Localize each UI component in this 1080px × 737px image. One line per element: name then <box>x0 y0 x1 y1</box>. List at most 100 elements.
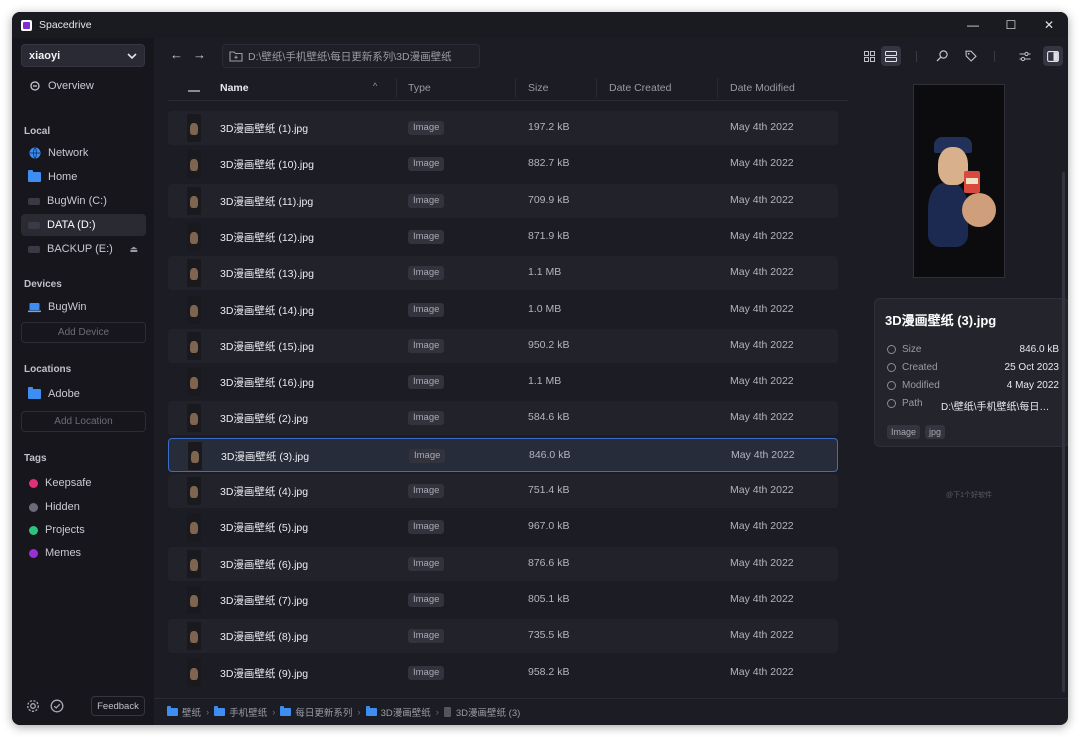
date-modified: May 4th 2022 <box>730 411 794 424</box>
date-modified: May 4th 2022 <box>730 266 794 279</box>
table-row[interactable]: 3D漫画壁纸 (4).jpg Image 751.4 kB May 4th 2022 <box>168 474 838 508</box>
sidebar-item-label: Keepsafe <box>45 477 92 489</box>
sidebar-item-label: Adobe <box>48 388 80 400</box>
path-bar[interactable]: D:\壁纸\手机壁纸\每日更新系列\3D漫画壁纸 <box>222 44 480 68</box>
type-badge: Image <box>408 338 445 353</box>
sort-ascending-icon[interactable]: ^ <box>373 81 377 91</box>
breadcrumb-separator: › <box>357 706 361 718</box>
table-row[interactable]: 3D漫画壁纸 (5).jpg Image 967.0 kB May 4th 2022 <box>168 510 838 544</box>
back-arrow-icon[interactable]: ← <box>170 47 183 62</box>
add-device-button[interactable]: Add Device <box>21 322 146 343</box>
job-status-check-icon[interactable] <box>50 699 64 716</box>
table-row[interactable]: 3D漫画壁纸 (9).jpg Image 958.2 kB May 4th 2022 <box>168 656 838 690</box>
table-row[interactable]: 3D漫画壁纸 (12).jpg Image 871.9 kB May 4th 2022 <box>168 220 838 254</box>
table-row[interactable]: 3D漫画壁纸 (13).jpg Image 1.1 MB May 4th 2022 <box>168 256 838 291</box>
sidebar-item-overview[interactable]: Overview <box>21 75 146 97</box>
clock-icon <box>887 363 896 372</box>
file-size: 876.6 kB <box>528 556 570 569</box>
file-size: 1.1 MB <box>528 266 562 279</box>
current-path: D:\壁纸\手机壁纸\每日更新系列\3D漫画壁纸 <box>248 50 452 63</box>
feedback-button[interactable]: Feedback <box>91 696 145 716</box>
minimize-button[interactable]: — <box>954 12 992 38</box>
sidebar-item-drive-e[interactable]: BACKUP (E:) ⏏ <box>21 238 146 260</box>
sidebar-item-device-bugwin[interactable]: BugWin <box>21 296 146 318</box>
file-size: 958.2 kB <box>528 665 570 678</box>
image-file-icon <box>443 707 451 717</box>
eject-icon[interactable]: ⏏ <box>129 244 138 255</box>
breadcrumb-item[interactable]: 每日更新系列 <box>280 705 352 719</box>
date-modified: May 4th 2022 <box>730 338 794 351</box>
table-row[interactable]: 3D漫画壁纸 (11).jpg Image 709.9 kB May 4th 2022 <box>168 183 838 218</box>
size-icon <box>887 345 896 354</box>
sidebar-item-drive-d[interactable]: DATA (D:) <box>21 214 146 236</box>
settings-gear-icon[interactable] <box>26 699 40 716</box>
search-icon[interactable] <box>932 46 952 66</box>
settings-sliders-icon[interactable] <box>1015 46 1035 66</box>
drive-icon <box>28 221 40 229</box>
sidebar-item-tag-projects[interactable]: Projects <box>21 519 146 541</box>
info-row-size: Size 846.0 kB <box>887 344 1059 358</box>
inspector-file-title: 3D漫画壁纸 (3).jpg <box>885 313 997 328</box>
type-badge: Image <box>408 665 445 680</box>
column-header-type[interactable]: Type <box>408 82 431 94</box>
network-icon <box>28 147 41 159</box>
add-location-button[interactable]: Add Location <box>21 411 146 432</box>
maximize-button[interactable]: ☐ <box>992 12 1030 38</box>
breadcrumb-item[interactable]: 壁纸 <box>167 705 201 719</box>
type-badge: Image <box>408 629 445 644</box>
sidebar-item-drive-c[interactable]: BugWin (C:) <box>21 190 146 212</box>
sidebar-item-tag-memes[interactable]: Memes <box>21 542 146 564</box>
sidebar-item-home[interactable]: Home <box>21 166 146 188</box>
forward-arrow-icon[interactable]: → <box>193 47 206 62</box>
folder-icon <box>280 706 292 716</box>
tag-icon[interactable] <box>961 46 981 66</box>
file-size: 735.5 kB <box>528 629 570 642</box>
date-modified: May 4th 2022 <box>730 193 794 206</box>
table-row[interactable]: 3D漫画壁纸 (7).jpg Image 805.1 kB May 4th 2022 <box>168 583 838 617</box>
tag-dot-icon <box>29 548 38 558</box>
sidebar-item-network[interactable]: Network <box>21 142 146 164</box>
tags-heading: Tags <box>24 453 47 464</box>
path-value[interactable]: D:\壁纸\手机壁纸\每日更新系列\3D漫画壁纸 <box>941 398 1059 413</box>
breadcrumb-separator: › <box>206 706 210 718</box>
table-row[interactable]: 3D漫画壁纸 (16).jpg Image 1.1 MB May 4th 2022 <box>168 365 838 399</box>
close-button[interactable]: ✕ <box>1030 12 1068 38</box>
library-selector[interactable]: xiaoyi <box>21 44 145 67</box>
column-header-name[interactable]: Name <box>220 82 249 94</box>
table-row[interactable]: 3D漫画壁纸 (1).jpg Image 197.2 kB May 4th 2022 <box>168 111 838 145</box>
file-name: 3D漫画壁纸 (9).jpg <box>220 667 309 680</box>
tag-dot-icon <box>29 478 38 488</box>
sidebar-item-label: Projects <box>45 524 85 536</box>
table-row[interactable]: 3D漫画壁纸 (15).jpg Image 950.2 kB May 4th 2022 <box>168 328 838 363</box>
table-row[interactable]: 3D漫画壁纸 (10).jpg Image 882.7 kB May 4th 2022 <box>168 147 838 181</box>
sidebar-item-tag-hidden[interactable]: Hidden <box>21 496 146 518</box>
list-view-icon[interactable] <box>881 46 901 66</box>
column-header-size[interactable]: Size <box>528 82 548 94</box>
breadcrumb-current-file[interactable]: 3D漫画壁纸 (3) <box>443 705 520 719</box>
breadcrumb-item[interactable]: 手机壁纸 <box>214 705 267 719</box>
table-row[interactable]: 3D漫画壁纸 (14).jpg Image 1.0 MB May 4th 2022 <box>168 293 838 327</box>
sidebar-item-tag-keepsafe[interactable]: Keepsafe <box>21 472 146 494</box>
table-row[interactable]: 3D漫画壁纸 (6).jpg Image 876.6 kB May 4th 2022 <box>168 546 838 581</box>
date-modified: May 4th 2022 <box>730 556 794 569</box>
overview-icon <box>28 80 41 92</box>
file-thumbnail <box>187 331 201 360</box>
drive-icon <box>28 197 40 205</box>
column-header-date-created[interactable]: Date Created <box>609 82 671 94</box>
app-title: Spacedrive <box>39 19 92 31</box>
info-row-modified: Modified 4 May 2022 <box>887 380 1059 394</box>
file-name: 3D漫画壁纸 (6).jpg <box>220 558 309 571</box>
table-row[interactable]: 3D漫画壁纸 (8).jpg Image 735.5 kB May 4th 2022 <box>168 619 838 654</box>
date-modified: May 4th 2022 <box>730 665 794 678</box>
file-thumbnail <box>187 295 201 324</box>
grid-view-icon[interactable] <box>859 46 879 66</box>
inspector-toggle-icon[interactable] <box>1043 46 1063 66</box>
type-badge: Image <box>409 448 446 463</box>
sidebar-item-location-adobe[interactable]: Adobe <box>21 383 146 405</box>
breadcrumb-item[interactable]: 3D漫画壁纸 <box>365 705 431 719</box>
table-row[interactable]: 3D漫画壁纸 (3).jpg Image 846.0 kB May 4th 2022 <box>168 437 838 472</box>
table-row[interactable]: 3D漫画壁纸 (2).jpg Image 584.6 kB May 4th 2022 <box>168 401 838 436</box>
scrollbar[interactable] <box>1062 172 1065 692</box>
breadcrumb: 壁纸 › 手机壁纸 › 每日更新系列 › 3D漫画壁纸 › 3D漫画壁纸 (3) <box>154 698 1068 725</box>
column-header-date-modified[interactable]: Date Modified <box>730 82 795 94</box>
